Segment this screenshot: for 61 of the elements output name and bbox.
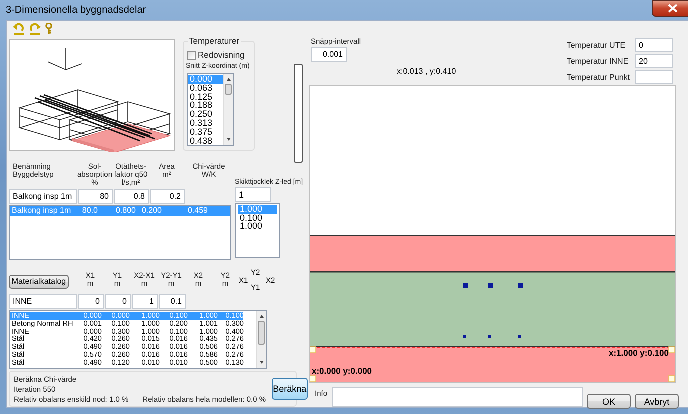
close-button[interactable]	[652, 0, 688, 17]
dialog-button[interactable]: Avbryt	[635, 394, 679, 409]
input-field[interactable]: 0.001	[311, 47, 347, 62]
input-field[interactable]: 0	[105, 294, 131, 309]
input-field[interactable]: 80	[78, 189, 113, 204]
node-marker[interactable]	[488, 335, 492, 338]
layer-band[interactable]	[310, 236, 675, 272]
coordinate-label: x:0.000 y:0.000	[312, 366, 372, 376]
undo-icon	[13, 23, 25, 35]
input-field[interactable]: INNE	[9, 294, 77, 309]
list-item[interactable]: 0.100	[238, 214, 277, 222]
coordinate-label: x:1.000 y:0.100	[608, 348, 669, 358]
material-catalog-button[interactable]: Materialkatalog	[9, 274, 69, 288]
list-item[interactable]: 0.063	[188, 84, 224, 93]
input-field[interactable]: 0	[635, 38, 673, 52]
window-title: 3-Dimensionella byggnadsdelar	[6, 4, 146, 16]
key-icon	[45, 23, 53, 35]
cursor-coordinates: x:0.013 , y:0.410	[397, 67, 456, 76]
resize-handle[interactable]	[310, 376, 316, 382]
node-marker[interactable]	[463, 283, 468, 288]
list-item[interactable]: 1.000	[238, 222, 277, 230]
layer-band[interactable]	[310, 347, 675, 382]
input-field[interactable]: 0.1	[159, 294, 186, 309]
material-list[interactable]	[9, 310, 267, 369]
input-field[interactable]: 20	[635, 54, 673, 68]
resize-handle[interactable]	[668, 376, 675, 382]
input-field[interactable]: 0.8	[114, 189, 149, 204]
list-item[interactable]: 0.438	[188, 136, 224, 145]
list-item[interactable]: 0.313	[188, 118, 224, 128]
close-icon	[668, 4, 678, 13]
list-item[interactable]: 0.250	[188, 110, 224, 119]
dialog-button[interactable]: OK	[587, 394, 631, 409]
info-field[interactable]	[332, 387, 583, 407]
section-canvas[interactable]: x:1.000 y:0.100 x:0.000 y:0.000	[309, 85, 676, 383]
resize-handle[interactable]	[668, 346, 675, 354]
input-field[interactable]: 0	[78, 294, 104, 309]
redo-icon	[29, 23, 41, 35]
scrollbar[interactable]	[256, 311, 266, 368]
group-label: Temperaturer	[188, 36, 241, 46]
node-marker[interactable]	[463, 335, 466, 338]
list-item[interactable]: 0.188	[188, 101, 224, 110]
scrollbar[interactable]	[223, 74, 233, 145]
input-field[interactable]: Balkong insp 1m	[9, 189, 77, 204]
input-field[interactable]	[635, 70, 673, 84]
node-marker[interactable]	[518, 335, 522, 338]
node-marker[interactable]	[488, 283, 493, 288]
field-label: Temperatur UTE	[566, 40, 627, 50]
field-label: Temperatur Punkt	[566, 72, 630, 82]
calculate-button[interactable]: Beräkna	[272, 378, 308, 400]
list-item[interactable]: 0.375	[188, 128, 224, 137]
input-field[interactable]: 0.2	[150, 189, 185, 204]
z-coordinate-list[interactable]: 0.000 0.063 0.125 0.188 0.250 0.313 0.375 0.438	[187, 73, 234, 146]
input-field[interactable]: 1	[132, 294, 158, 309]
checkbox[interactable]	[187, 50, 196, 60]
list-item[interactable]: 0.125	[188, 92, 224, 102]
input-field[interactable]: 1	[235, 187, 271, 202]
resize-handle[interactable]	[310, 346, 316, 354]
checkbox-label: Redovisning	[198, 50, 245, 60]
node-marker[interactable]	[518, 283, 523, 288]
field-label: Temperatur INNE	[566, 56, 630, 66]
layer-thickness-list[interactable]: 1.000 0.100 1.000	[235, 203, 280, 258]
